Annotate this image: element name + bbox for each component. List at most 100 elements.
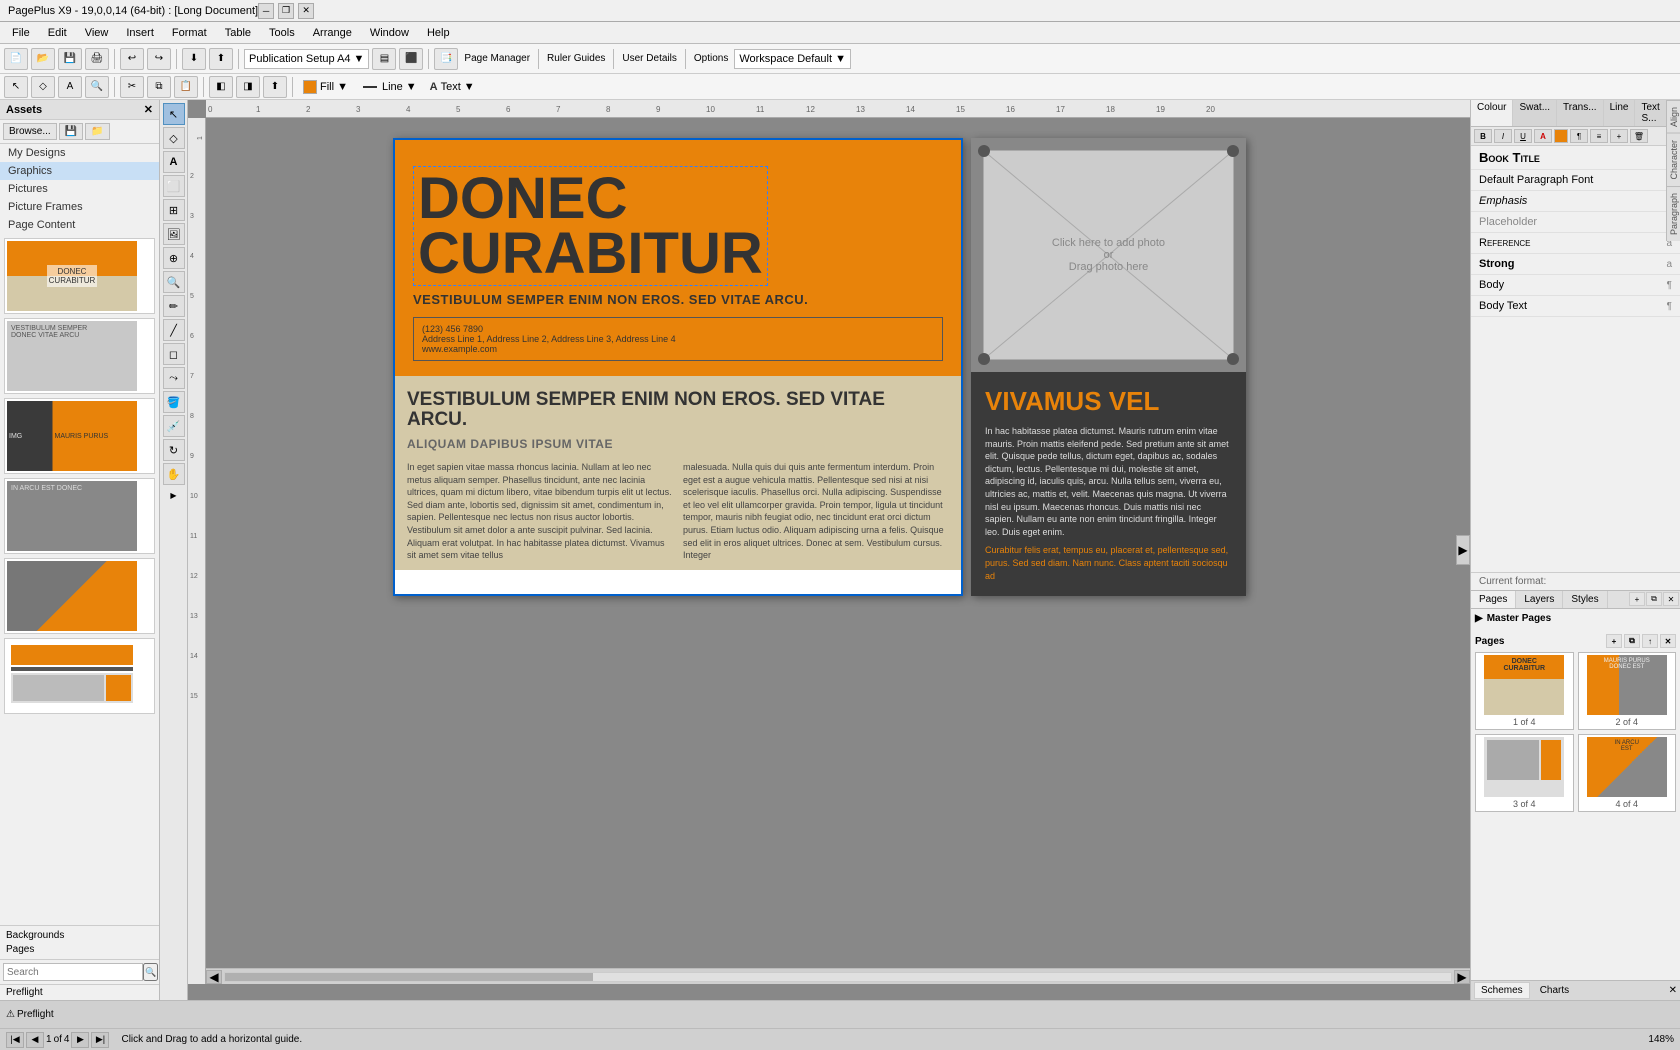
frame-text-tool[interactable]: ⬜: [163, 175, 185, 197]
new-btn[interactable]: 📄: [4, 48, 28, 70]
options-label[interactable]: Options: [691, 53, 731, 64]
undo-btn[interactable]: ↩: [120, 48, 144, 70]
save-btn[interactable]: 💾: [58, 48, 82, 70]
preflight-btn[interactable]: Preflight: [0, 984, 159, 1000]
menu-tools[interactable]: Tools: [261, 25, 303, 41]
tab-styles[interactable]: Styles: [1563, 591, 1607, 608]
fill-tool[interactable]: 🪣: [163, 391, 185, 413]
schemes-tab[interactable]: Schemes: [1474, 982, 1530, 999]
rvt-character[interactable]: Character: [1667, 133, 1680, 186]
thumb-1[interactable]: DONECCURABITUR: [4, 238, 155, 314]
crop-tool[interactable]: ⊕: [163, 247, 185, 269]
asset-picture-frames[interactable]: Picture Frames: [0, 198, 159, 216]
pp-del-btn[interactable]: ✕: [1663, 592, 1679, 606]
style-placeholder[interactable]: Placeholder a: [1471, 212, 1680, 233]
node-tool-tb[interactable]: ◇: [31, 76, 55, 98]
menu-help[interactable]: Help: [419, 25, 458, 41]
pp-move-page[interactable]: ↑: [1642, 634, 1658, 648]
line-control[interactable]: Line ▼: [356, 77, 422, 97]
align-top-tb[interactable]: ⬆: [263, 76, 287, 98]
menu-insert[interactable]: Insert: [118, 25, 162, 41]
pointer-tool[interactable]: ↖: [163, 103, 185, 125]
import-btn[interactable]: ⬇: [182, 48, 206, 70]
page-orientation-btn[interactable]: ⬛: [399, 48, 423, 70]
style-list-btn[interactable]: ≡: [1590, 129, 1608, 143]
canvas-scroll[interactable]: DONEC CURABITUR VESTIBULUM SEMPER ENIM N…: [206, 118, 1470, 984]
style-underline-btn[interactable]: U: [1514, 129, 1532, 143]
expand-toolbox[interactable]: ▶: [170, 491, 176, 500]
rp-bottom-close[interactable]: ✕: [1669, 985, 1677, 996]
pp-dup-btn[interactable]: ⧉: [1646, 592, 1662, 606]
thumb-4[interactable]: IN ARCU EST DONEC: [4, 478, 155, 554]
save-asset-btn[interactable]: 💾: [59, 123, 83, 140]
pages-item[interactable]: Pages: [6, 943, 153, 956]
menu-format[interactable]: Format: [164, 25, 215, 41]
text-control[interactable]: A Text ▼: [425, 77, 480, 97]
ruler-guides-label[interactable]: Ruler Guides: [544, 53, 608, 64]
fill-control[interactable]: Fill ▼: [298, 77, 353, 97]
pp-add-page[interactable]: +: [1606, 634, 1622, 648]
style-new-btn[interactable]: +: [1610, 129, 1628, 143]
scroll-right-btn[interactable]: ▶: [1454, 970, 1470, 984]
picture-tool[interactable]: 🖼: [163, 223, 185, 245]
style-color-btn[interactable]: A: [1534, 129, 1552, 143]
page-thumb-2[interactable]: MAURIS PURUSDONEC EST 2 of 4: [1578, 652, 1677, 730]
pencil-tool[interactable]: ✏: [163, 295, 185, 317]
thumb-3[interactable]: IMG MAURIS PURUS: [4, 398, 155, 474]
folder-btn[interactable]: 📁: [85, 123, 109, 140]
menu-file[interactable]: File: [4, 25, 38, 41]
connector-tool[interactable]: ⤳: [163, 367, 185, 389]
style-strong[interactable]: Strong a: [1471, 254, 1680, 275]
backgrounds-item[interactable]: Backgrounds: [6, 929, 153, 942]
redo-btn[interactable]: ↪: [147, 48, 171, 70]
style-body-text[interactable]: Body Text ¶: [1471, 296, 1680, 317]
assets-close-btn[interactable]: ✕: [144, 103, 153, 116]
style-para-btn[interactable]: ¶: [1570, 129, 1588, 143]
style-reference[interactable]: Reference a: [1471, 233, 1680, 254]
asset-graphics[interactable]: Graphics: [0, 162, 159, 180]
node-tool[interactable]: ◇: [163, 127, 185, 149]
pp-new-btn[interactable]: +: [1629, 592, 1645, 606]
page-thumb-4[interactable]: IN ARCUEST 4 of 4: [1578, 734, 1677, 812]
asset-page-content[interactable]: Page Content: [0, 216, 159, 234]
pointer-tool-tb[interactable]: ↖: [4, 76, 28, 98]
minimize-btn[interactable]: ─: [258, 3, 274, 19]
copy-tb[interactable]: ⧉: [147, 76, 171, 98]
export-btn[interactable]: ⬆: [209, 48, 233, 70]
menu-arrange[interactable]: Arrange: [305, 25, 360, 41]
photo-placeholder[interactable]: Click here to add photo or Drag photo he…: [983, 150, 1234, 360]
line-tool[interactable]: ╱: [163, 319, 185, 341]
asset-my-designs[interactable]: My Designs: [0, 144, 159, 162]
pp-dup-page[interactable]: ⧉: [1624, 634, 1640, 648]
rvt-align[interactable]: Align: [1667, 100, 1680, 133]
table-tool[interactable]: ⊞: [163, 199, 185, 221]
align-left-tb[interactable]: ◧: [209, 76, 233, 98]
textst-tab[interactable]: Text S...: [1635, 100, 1666, 126]
workspace-dropdown[interactable]: Workspace Default ▼: [734, 49, 851, 69]
master-pages-header[interactable]: ▶ Master Pages: [1473, 611, 1678, 626]
style-body[interactable]: Body ¶: [1471, 275, 1680, 296]
line-tab[interactable]: Line: [1604, 100, 1636, 126]
style-color-swatch[interactable]: [1554, 129, 1568, 143]
eyedropper-tool[interactable]: 💉: [163, 415, 185, 437]
menu-edit[interactable]: Edit: [40, 25, 75, 41]
print-btn[interactable]: 🖨: [85, 48, 109, 70]
menu-table[interactable]: Table: [217, 25, 259, 41]
cut-tb[interactable]: ✂: [120, 76, 144, 98]
menu-window[interactable]: Window: [362, 25, 417, 41]
style-book-title[interactable]: Book Title a: [1471, 146, 1680, 170]
first-page-btn[interactable]: |◀: [6, 1032, 24, 1048]
page-size-btn[interactable]: ▤: [372, 48, 396, 70]
page-manager-btn[interactable]: 📑: [434, 48, 458, 70]
h-scrollbar[interactable]: ◀ ▶: [206, 968, 1470, 984]
pp-del-page[interactable]: ✕: [1660, 634, 1676, 648]
swatches-tab[interactable]: Swat...: [1513, 100, 1557, 126]
rvt-para[interactable]: Paragraph: [1667, 186, 1680, 241]
zoom-tool[interactable]: 🔍: [163, 271, 185, 293]
colour-tab[interactable]: Colour: [1471, 100, 1513, 126]
menu-view[interactable]: View: [77, 25, 117, 41]
tab-layers[interactable]: Layers: [1516, 591, 1563, 608]
collapse-right-btn[interactable]: ▶: [1456, 535, 1470, 565]
style-default-para[interactable]: Default Paragraph Font a: [1471, 170, 1680, 191]
preflight-label[interactable]: Preflight: [17, 1009, 54, 1020]
